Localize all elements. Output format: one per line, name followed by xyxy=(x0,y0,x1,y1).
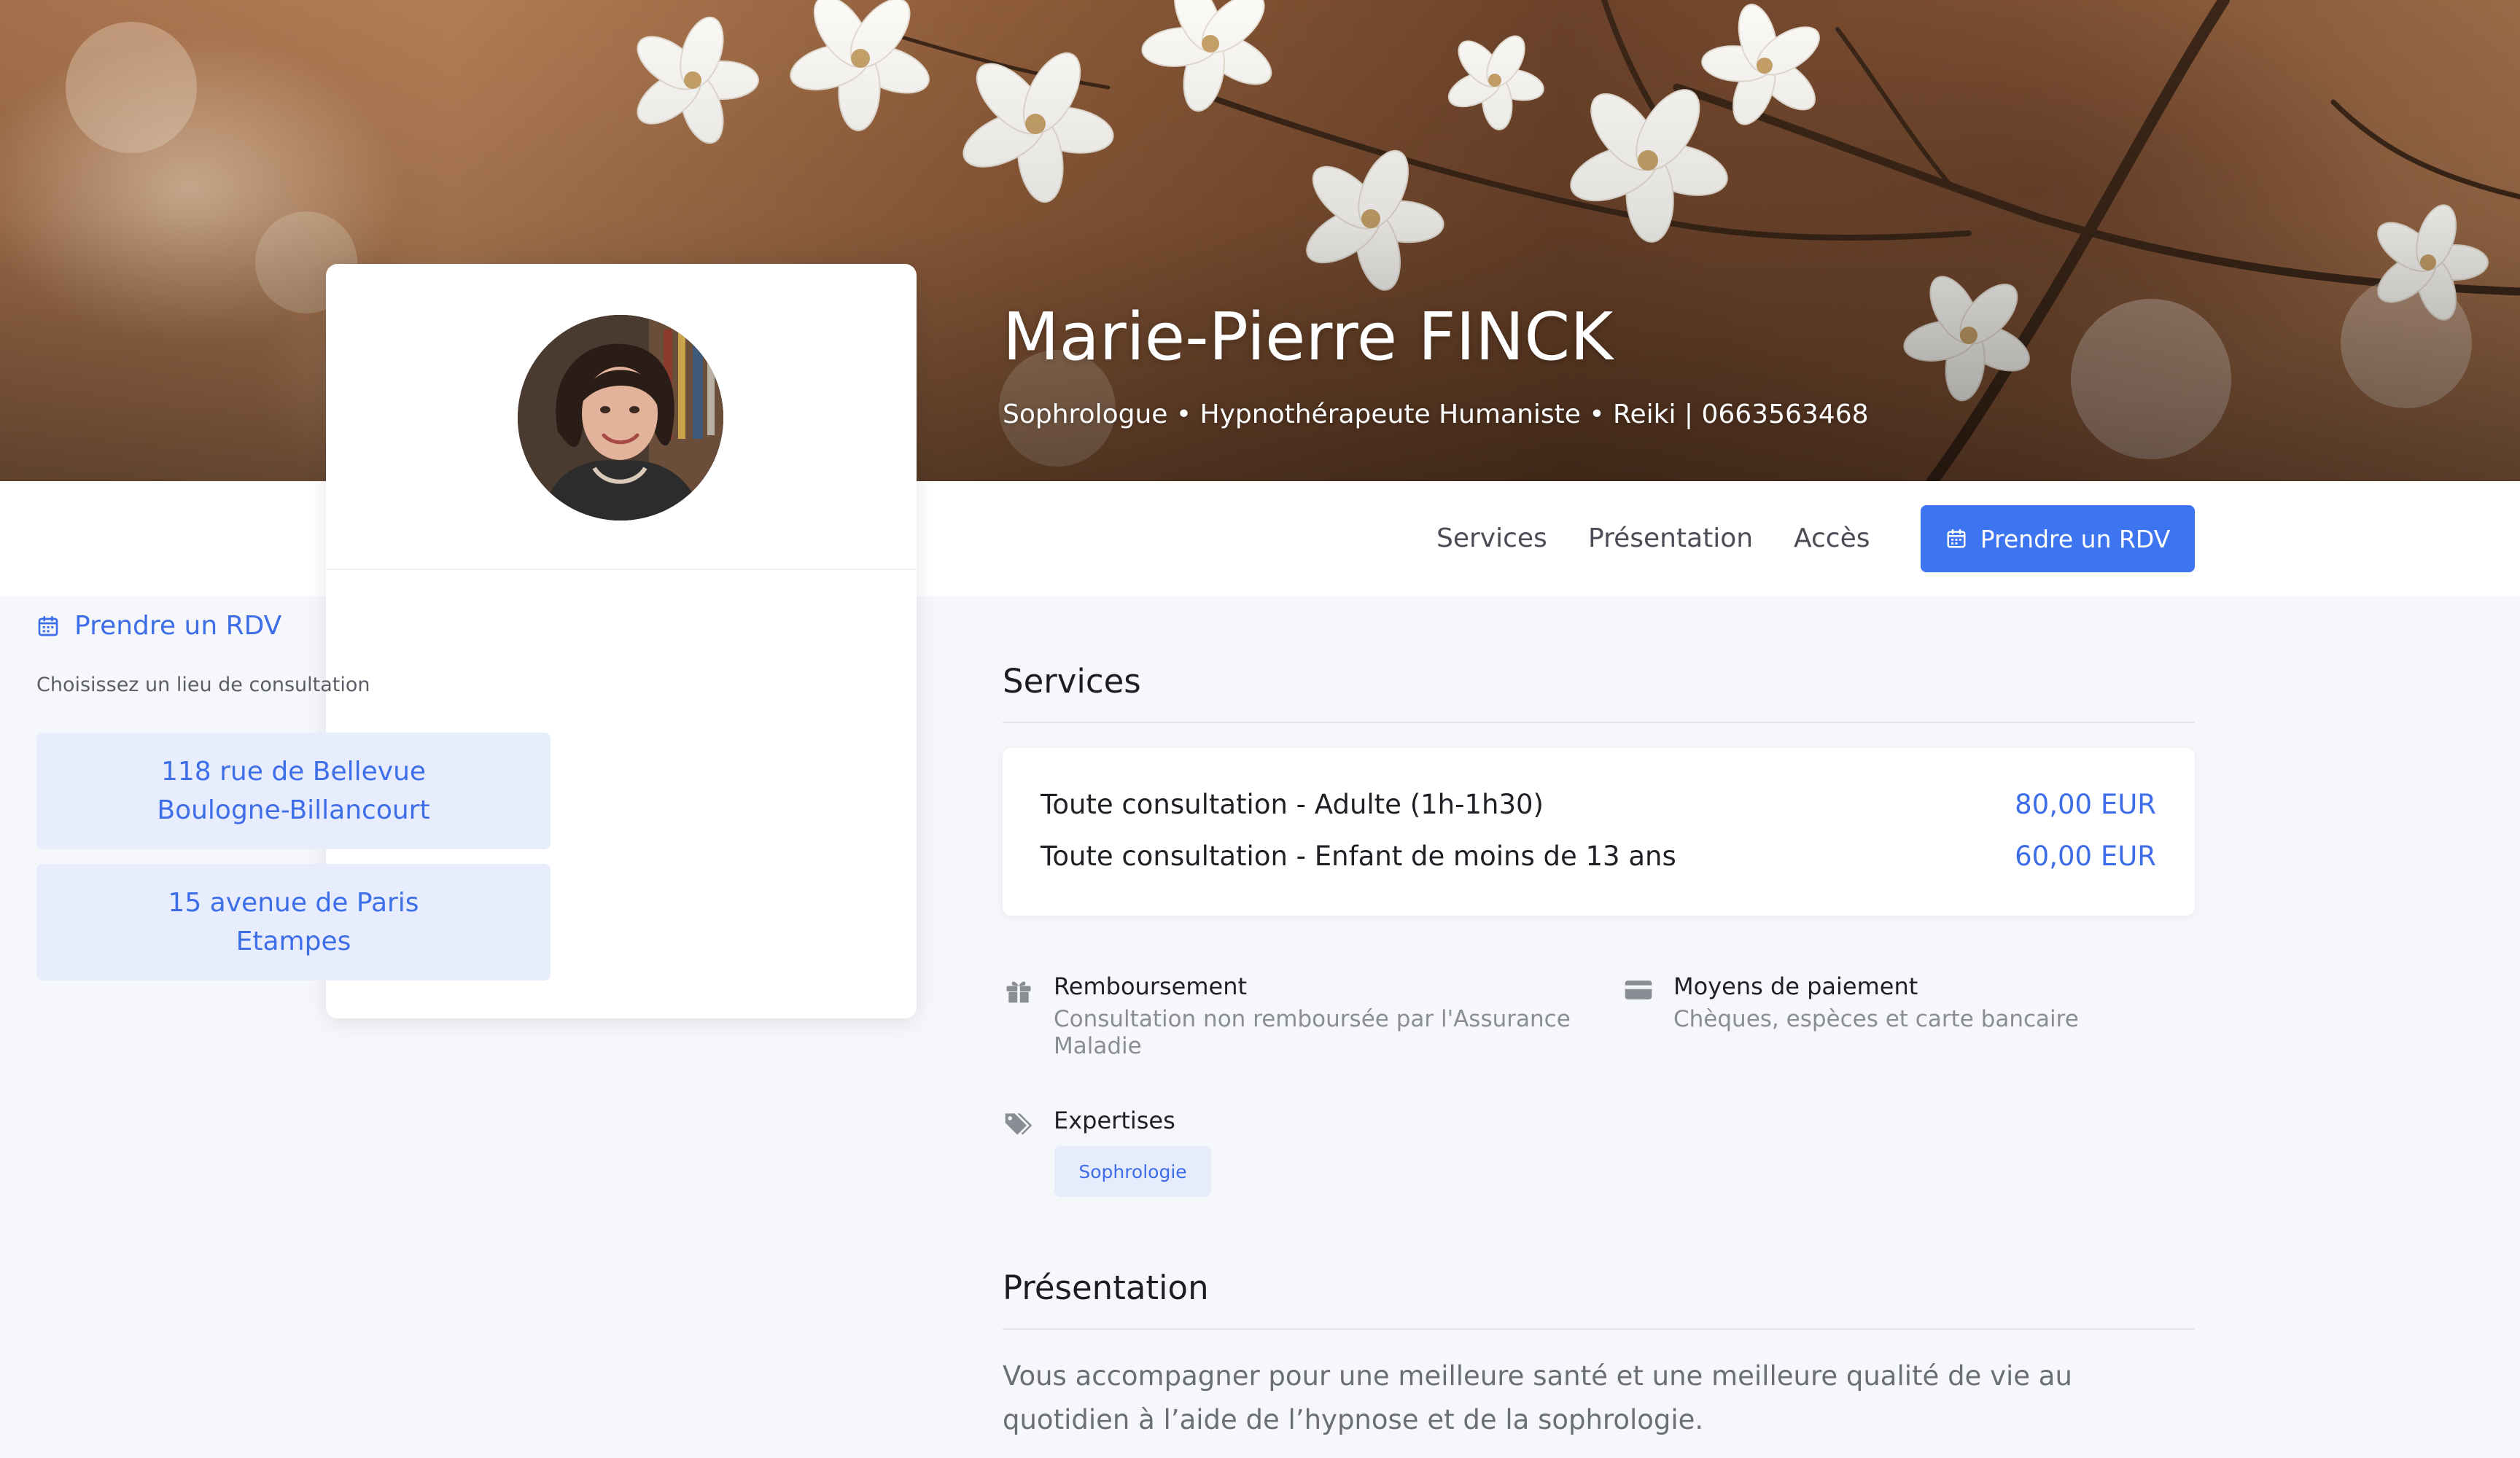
card-book-appointment-label: Prendre un RDV xyxy=(74,611,282,641)
service-name: Toute consultation - Adulte (1h-1h30) xyxy=(1041,789,1544,820)
practitioner-subtitle: Sophrologue • Hypnothérapeute Humaniste … xyxy=(1003,399,1869,429)
presentation-divider xyxy=(1003,1328,2195,1330)
tags-icon xyxy=(1005,1113,1032,1135)
location-address: 15 avenue de Paris xyxy=(168,888,419,918)
reimbursement-title: Remboursement xyxy=(1054,972,1248,1000)
presentation-text: Vous accompagner pour une meilleure sant… xyxy=(1003,1360,2072,1435)
location-button-etampes[interactable]: 15 avenue de Paris Etampes xyxy=(36,864,551,981)
nav-link-services[interactable]: Services xyxy=(1436,523,1547,553)
location-city: Boulogne-Billancourt xyxy=(157,795,430,825)
reimbursement-info: Remboursement Consultation non remboursé… xyxy=(1003,972,1586,1060)
expertises-title: Expertises xyxy=(1054,1107,1175,1134)
services-divider xyxy=(1003,722,2195,723)
reimbursement-description: Consultation non remboursée par l'Assura… xyxy=(1054,1006,1571,1059)
book-appointment-label: Prendre un RDV xyxy=(1980,524,2171,553)
location-city: Etampes xyxy=(236,927,351,956)
profile-card-header xyxy=(326,264,917,570)
services-heading: Services xyxy=(1003,662,1141,701)
payment-description: Chèques, espèces et carte bancaire xyxy=(1673,1006,2079,1032)
nav-link-acces[interactable]: Accès xyxy=(1794,523,1870,553)
presentation-heading: Présentation xyxy=(1003,1268,1209,1307)
nav-link-presentation[interactable]: Présentation xyxy=(1588,523,1753,553)
gift-icon xyxy=(1006,981,1031,1003)
services-price-list: Toute consultation - Adulte (1h-1h30) 80… xyxy=(1003,748,2195,916)
payment-title: Moyens de paiement xyxy=(1673,972,1918,1000)
service-name: Toute consultation - Enfant de moins de … xyxy=(1041,841,1676,872)
practitioner-name: Marie-Pierre FINCK xyxy=(1003,299,1614,375)
expertise-tag[interactable]: Sophrologie xyxy=(1054,1146,1211,1197)
service-price: 60,00 EUR xyxy=(2015,841,2156,872)
location-hint: Choisissez un lieu de consultation xyxy=(36,674,370,696)
book-appointment-button[interactable]: Prendre un RDV xyxy=(1921,505,2195,572)
service-price: 80,00 EUR xyxy=(2015,789,2156,820)
expertises-info: Expertises xyxy=(1003,1107,1586,1140)
calendar-icon xyxy=(38,615,58,636)
service-row: Toute consultation - Enfant de moins de … xyxy=(1041,841,2156,872)
location-button-boulogne[interactable]: 118 rue de Bellevue Boulogne-Billancourt xyxy=(36,733,551,849)
location-address: 118 rue de Bellevue xyxy=(160,757,427,787)
credit-card-icon xyxy=(1625,981,1652,999)
payment-info: Moyens de paiement Chèques, espèces et c… xyxy=(1622,972,2198,1033)
service-row: Toute consultation - Adulte (1h-1h30) 80… xyxy=(1041,789,2156,820)
avatar-photo xyxy=(518,315,723,521)
calendar-icon xyxy=(1947,529,1966,548)
card-book-appointment-link[interactable]: Prendre un RDV xyxy=(36,611,281,641)
avatar xyxy=(518,315,723,521)
